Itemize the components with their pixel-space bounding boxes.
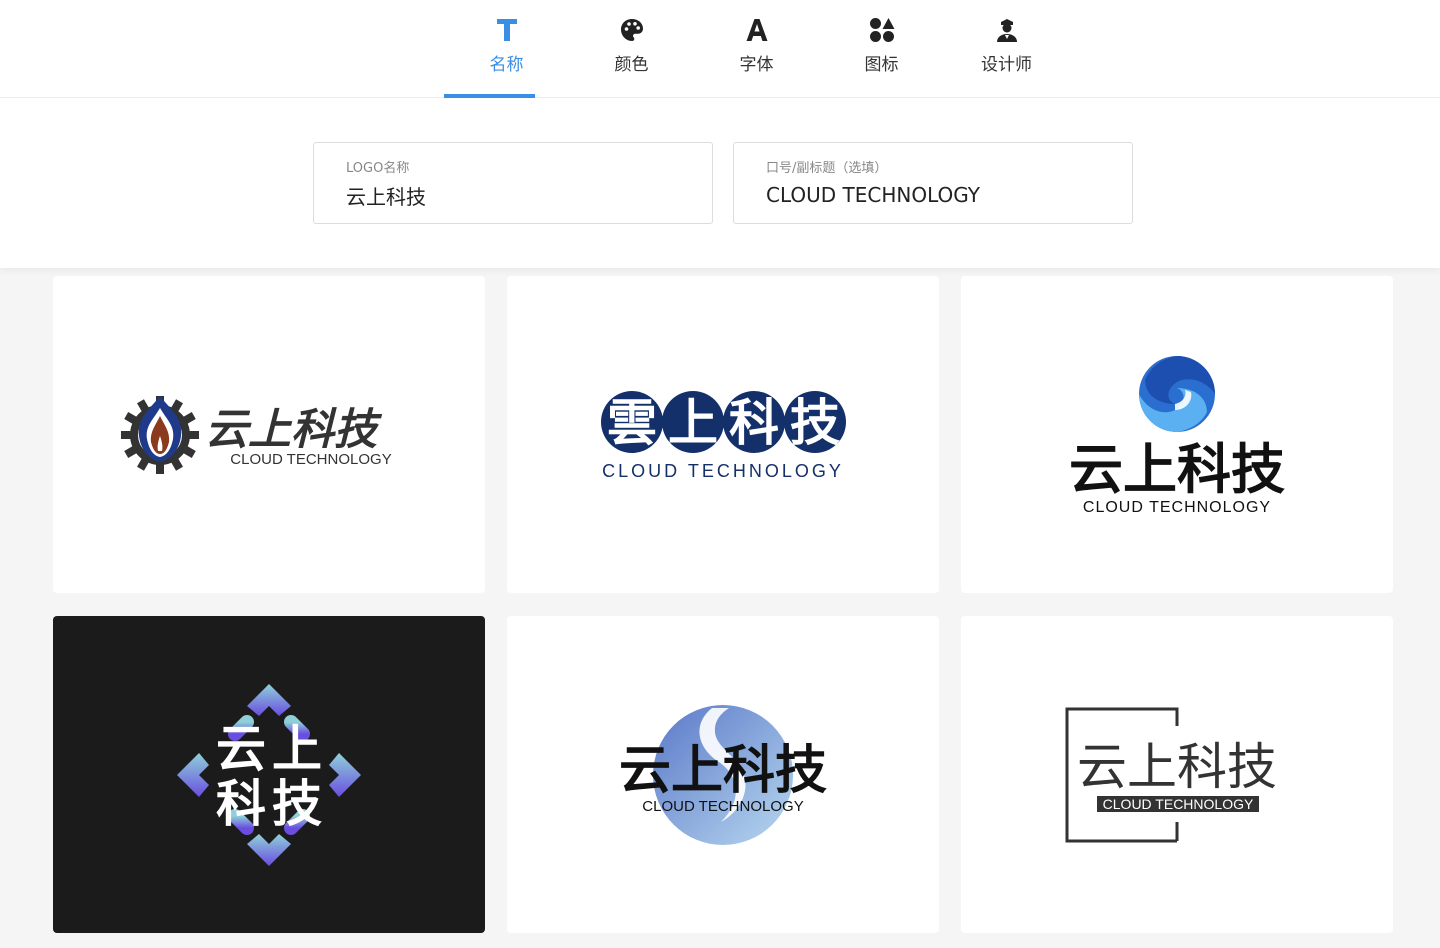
logo-wordmark: 云上科技 CLOUD TECHNOLOGY xyxy=(205,405,392,468)
logo-name-text: 云上科技 xyxy=(619,741,827,801)
logo-preview: 云上科技 CLOUD TECHNOLOGY xyxy=(1065,707,1277,843)
logo-char: 科 xyxy=(729,393,779,452)
logo-name-input[interactable] xyxy=(346,181,686,209)
logo-card[interactable]: 云上科技 CLOUD TECHNOLOGY xyxy=(961,276,1393,593)
logo-card[interactable]: 云上科技 CLOUD TECHNOLOGY xyxy=(507,616,939,933)
gear-flame-icon xyxy=(121,396,199,474)
logo-name-text: 云上科技 xyxy=(205,405,383,455)
tab-label: 图标 xyxy=(864,55,899,75)
palette-icon xyxy=(620,16,644,44)
tab-label: 名称 xyxy=(489,55,524,75)
logo-preview: 云上科技 CLOUD TECHNOLOGY xyxy=(619,705,827,845)
logo-slogan-text: CLOUD TECHNOLOGY xyxy=(1083,499,1271,516)
logo-char: 上 xyxy=(272,720,322,778)
logo-name-text: 云上科技 xyxy=(1069,438,1285,501)
logo-char: 技 xyxy=(790,393,840,452)
logo-card[interactable]: 雲 上 科 技 CLOUD TECHNOLOGY xyxy=(507,276,939,593)
tab-font[interactable]: 字体 xyxy=(694,0,819,98)
tab-label: 颜色 xyxy=(614,55,649,75)
text-icon xyxy=(496,16,518,44)
logo-name-label: LOGO名称 xyxy=(346,161,410,176)
logo-preview: 云上科技 CLOUD TECHNOLOGY xyxy=(1069,356,1285,516)
logo-preview: 雲 上 科 技 CLOUD TECHNOLOGY xyxy=(601,391,846,481)
logo-preview: 云 上 科 技 xyxy=(177,684,361,866)
logo-char: 技 xyxy=(272,775,322,833)
swirl-circle-icon xyxy=(1139,356,1215,432)
logo-card[interactable]: 云上科技 CLOUD TECHNOLOGY xyxy=(961,616,1393,933)
logo-char: 上 xyxy=(668,393,718,452)
tab-label: 设计师 xyxy=(981,55,1032,75)
logo-card[interactable]: 云上科技 CLOUD TECHNOLOGY xyxy=(53,276,485,593)
logo-slogan-text: CLOUD TECHNOLOGY xyxy=(602,461,844,481)
shapes-icon xyxy=(869,16,895,44)
logo-slogan-text: CLOUD TECHNOLOGY xyxy=(642,798,803,815)
tab-designer[interactable]: 设计师 xyxy=(944,0,1069,98)
logo-card[interactable]: 云 上 科 技 xyxy=(53,616,485,933)
circle-badges: 雲 上 科 技 xyxy=(601,391,846,453)
slogan-field[interactable]: 口号/副标题（选填） xyxy=(733,142,1133,224)
font-icon xyxy=(746,16,768,44)
logo-char: 科 xyxy=(216,775,266,833)
logo-text-form: LOGO名称 口号/副标题（选填） xyxy=(0,98,1440,268)
slogan-input[interactable] xyxy=(766,181,1106,209)
tab-label: 字体 xyxy=(739,55,774,75)
logo-name-text: 云上科技 xyxy=(1077,738,1277,796)
logo-char: 云 xyxy=(216,720,266,778)
logo-slogan-text: CLOUD TECHNOLOGY xyxy=(1103,796,1254,812)
tab-icon[interactable]: 图标 xyxy=(819,0,944,98)
logo-preview: 云上科技 CLOUD TECHNOLOGY xyxy=(121,396,392,474)
tab-color[interactable]: 颜色 xyxy=(569,0,694,98)
logo-char: 雲 xyxy=(607,393,657,452)
designer-icon xyxy=(996,16,1018,44)
top-tab-bar: 名称 颜色 字体 图标 设计师 xyxy=(0,0,1440,98)
logo-name-field[interactable]: LOGO名称 xyxy=(313,142,713,224)
tab-list: 名称 颜色 字体 图标 设计师 xyxy=(444,0,1069,98)
logo-slogan-text: CLOUD TECHNOLOGY xyxy=(230,451,391,468)
tab-name[interactable]: 名称 xyxy=(444,0,569,98)
slogan-label: 口号/副标题（选填） xyxy=(766,161,888,176)
diamond-frame-icon xyxy=(177,684,361,866)
